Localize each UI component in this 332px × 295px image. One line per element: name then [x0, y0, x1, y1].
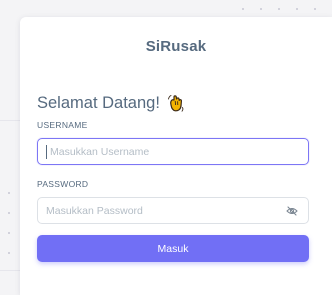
welcome-heading: Selamat Datang!: [37, 93, 186, 113]
background-dot: [8, 192, 10, 194]
background-dot: [260, 8, 262, 10]
password-input[interactable]: Masukkan Password: [37, 197, 309, 224]
background-dot: [242, 8, 244, 10]
background-dot: [296, 8, 298, 10]
login-card: SiRusak Selamat Datang! USERNAME Masukka…: [20, 17, 332, 295]
text-caret: [46, 144, 47, 159]
username-input[interactable]: Masukkan Username: [37, 138, 309, 165]
background-line: [0, 120, 20, 121]
background-dot: [8, 252, 10, 254]
welcome-text: Selamat Datang!: [37, 93, 160, 112]
background-dot: [8, 232, 10, 234]
brand-title: SiRusak: [145, 38, 207, 55]
background-dot: [314, 8, 316, 10]
password-label: PASSWORD: [37, 179, 89, 189]
background-line: [0, 270, 20, 271]
background-dot: [278, 8, 280, 10]
login-button[interactable]: Masuk: [37, 235, 309, 262]
waving-hand-icon: [166, 93, 186, 113]
username-label: USERNAME: [37, 120, 88, 130]
eye-off-icon[interactable]: [286, 205, 298, 217]
username-placeholder: Masukkan Username: [50, 145, 150, 158]
password-placeholder: Masukkan Password: [46, 204, 143, 217]
background-dot: [8, 212, 10, 214]
